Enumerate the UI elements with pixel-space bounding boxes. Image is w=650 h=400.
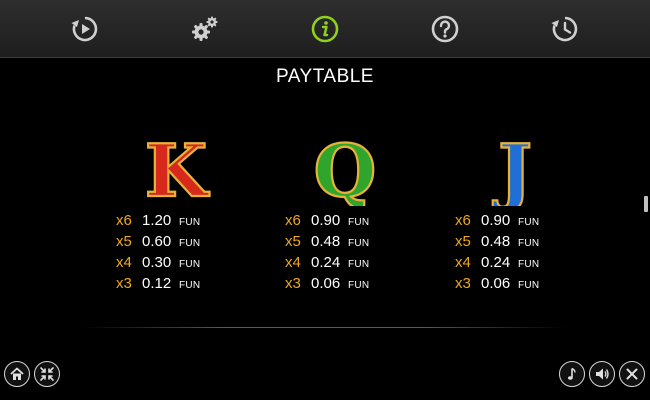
currency-label: FUN <box>348 259 370 270</box>
divider <box>82 327 566 328</box>
payout-value: 1.20 <box>142 212 172 229</box>
top-toolbar <box>0 0 650 58</box>
sound-icon <box>596 368 609 380</box>
payout-value: 0.06 <box>311 275 341 292</box>
home-icon <box>10 367 24 380</box>
payout-value: 0.60 <box>142 233 172 250</box>
settings-icon[interactable] <box>188 12 222 46</box>
payout-value: 0.12 <box>142 275 172 292</box>
payout-row: x6 1.20 FUN <box>116 212 236 233</box>
symbol-letter: Q <box>314 128 377 206</box>
multiplier: x6 <box>285 212 301 229</box>
payout-value: 0.24 <box>311 254 341 271</box>
payout-value: 0.30 <box>142 254 172 271</box>
multiplier: x6 <box>116 212 132 229</box>
payout-value: 0.48 <box>311 233 341 250</box>
multiplier: x3 <box>116 275 132 292</box>
minimize-button[interactable] <box>34 361 60 387</box>
multiplier: x4 <box>285 254 301 271</box>
payout-value: 0.06 <box>481 275 511 292</box>
close-button[interactable] <box>619 361 645 387</box>
sound-button[interactable] <box>589 361 615 387</box>
currency-label: FUN <box>179 217 201 228</box>
currency-label: FUN <box>518 217 540 228</box>
info-icon[interactable] <box>308 12 342 46</box>
symbol-column-king: Kx6 1.20 FUN x5 0.60 FUN x4 0.30 FUN x3 0.12 FUN <box>116 128 236 296</box>
queen-symbol: Q <box>285 128 405 206</box>
currency-label: FUN <box>348 280 370 291</box>
symbol-letter: J <box>492 128 532 206</box>
currency-label: FUN <box>179 238 201 249</box>
jack-symbol: J <box>455 128 575 206</box>
payout-row: x6 0.90 FUN <box>455 212 575 233</box>
symbol-column-queen: Qx6 0.90 FUN x5 0.48 FUN x4 0.24 FUN x3 0.06 FUN <box>285 128 405 296</box>
music-icon <box>567 367 576 380</box>
replay-icon[interactable] <box>68 12 102 46</box>
multiplier: x3 <box>455 275 471 292</box>
multiplier: x6 <box>455 212 471 229</box>
page-title: PAYTABLE <box>276 66 374 87</box>
payout-value: 0.24 <box>481 254 511 271</box>
multiplier: x3 <box>285 275 301 292</box>
payout-row: x4 0.30 FUN <box>116 254 236 275</box>
multiplier: x5 <box>455 233 471 250</box>
currency-label: FUN <box>179 259 201 270</box>
payout-row: x4 0.24 FUN <box>455 254 575 275</box>
currency-label: FUN <box>518 259 540 270</box>
payout-value: 0.90 <box>481 212 511 229</box>
payout-value: 0.90 <box>311 212 341 229</box>
payout-row: x6 0.90 FUN <box>285 212 405 233</box>
minimize-icon <box>40 367 54 381</box>
currency-label: FUN <box>518 280 540 291</box>
currency-label: FUN <box>348 238 370 249</box>
payout-row: x5 0.48 FUN <box>455 233 575 254</box>
multiplier: x4 <box>116 254 132 271</box>
history-icon[interactable] <box>548 12 582 46</box>
symbol-letter: K <box>145 128 210 206</box>
payout-row: x5 0.60 FUN <box>116 233 236 254</box>
symbol-column-jack: Jx6 0.90 FUN x5 0.48 FUN x4 0.24 FUN x3 0.06 FUN <box>455 128 575 296</box>
payout-row: x3 0.06 FUN <box>455 275 575 296</box>
currency-label: FUN <box>518 238 540 249</box>
home-button[interactable] <box>4 361 30 387</box>
music-button[interactable] <box>559 361 585 387</box>
currency-label: FUN <box>348 217 370 228</box>
multiplier: x4 <box>455 254 471 271</box>
multiplier: x5 <box>285 233 301 250</box>
payout-row: x4 0.24 FUN <box>285 254 405 275</box>
payout-row: x3 0.12 FUN <box>116 275 236 296</box>
payout-row: x3 0.06 FUN <box>285 275 405 296</box>
scrollbar[interactable] <box>644 196 648 212</box>
currency-label: FUN <box>179 280 201 291</box>
payout-value: 0.48 <box>481 233 511 250</box>
king-symbol: K <box>116 128 236 206</box>
close-icon <box>626 368 638 380</box>
payout-row: x5 0.48 FUN <box>285 233 405 254</box>
help-icon[interactable] <box>428 12 462 46</box>
multiplier: x5 <box>116 233 132 250</box>
